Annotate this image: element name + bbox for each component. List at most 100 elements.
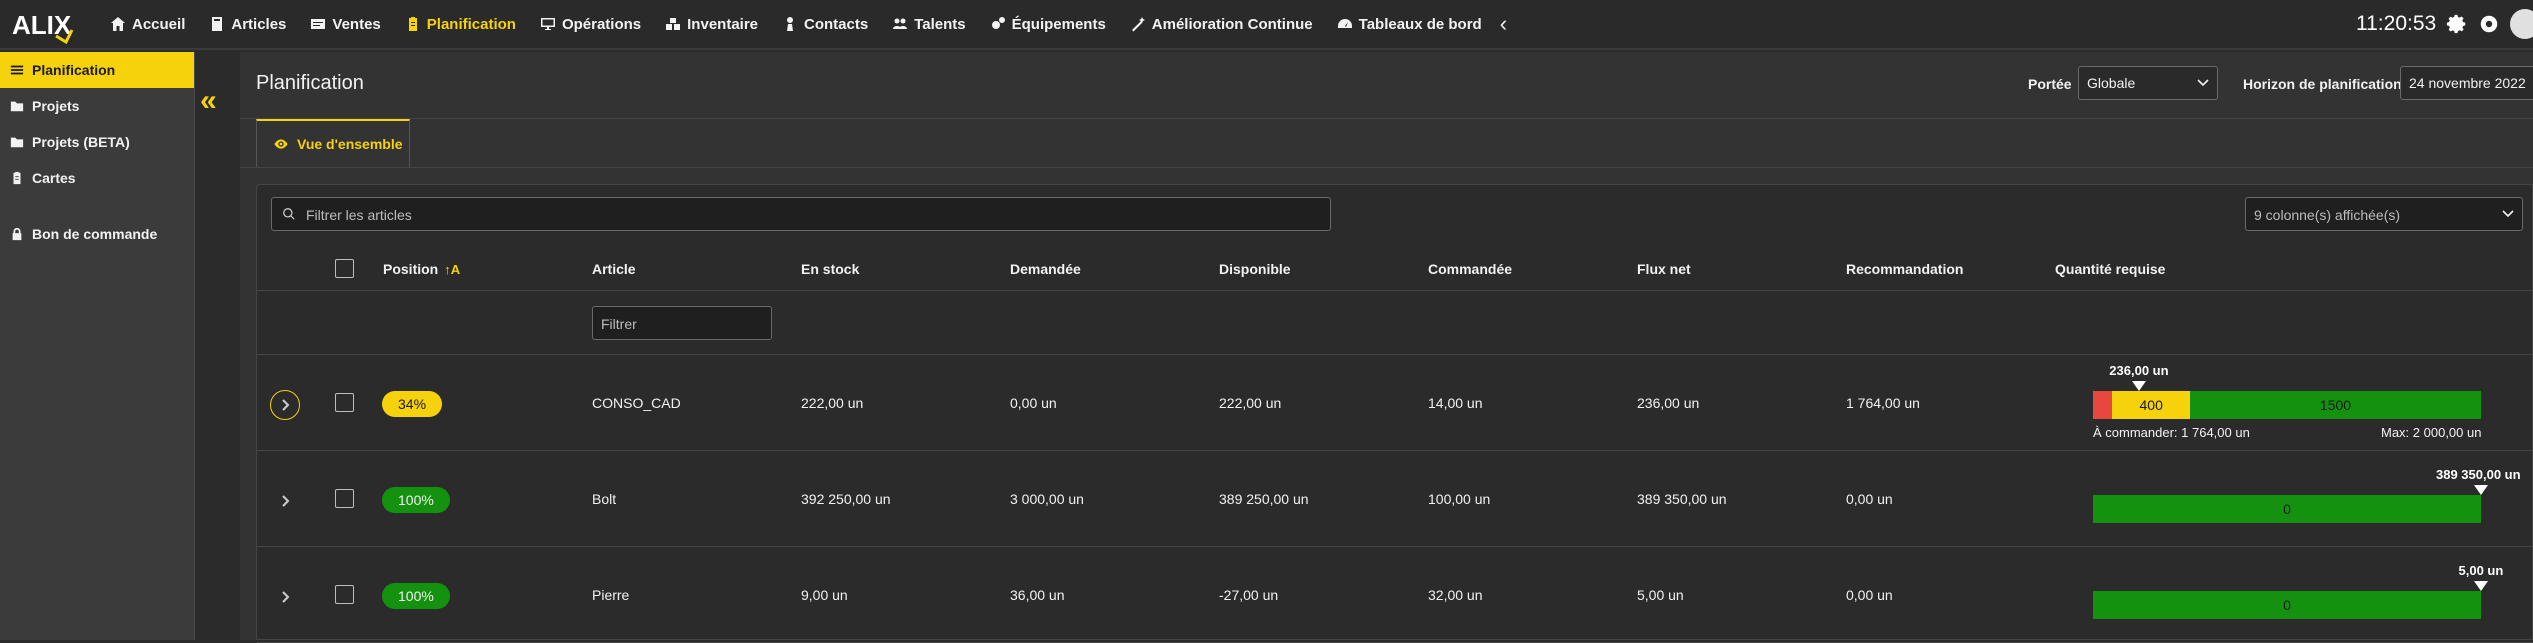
columns-select-value: 9 colonne(s) affichée(s)	[2254, 207, 2401, 223]
nav-item-opérations[interactable]: Opérations	[528, 0, 653, 48]
nav-item-équipements[interactable]: Équipements	[978, 0, 1118, 48]
row-checkbox[interactable]	[335, 393, 354, 412]
position-badge: 100%	[382, 487, 450, 513]
header-flux-net[interactable]: Flux net	[1637, 261, 1691, 277]
nav-item-label: Accueil	[132, 15, 186, 33]
cell-flux-net: 5,00 un	[1637, 587, 1684, 603]
quantity-segment-red	[2093, 391, 2113, 419]
select-all-checkbox[interactable]	[335, 259, 354, 278]
cell-commandee: 14,00 un	[1428, 395, 1483, 411]
nav-item-planification[interactable]: Planification	[393, 0, 528, 48]
main-nav: Accueil Articles Ventes Planification Opérat…	[98, 0, 1507, 48]
nav-item-talents[interactable]: Talents	[880, 0, 977, 48]
quantity-marker	[2474, 485, 2488, 495]
nav-item-label: Articles	[231, 15, 287, 33]
sidebar-item-projets-beta[interactable]: Projets (BETA)	[0, 124, 194, 160]
cell-demandee: 3 000,00 un	[1010, 491, 1084, 507]
cell-commandee: 32,00 un	[1428, 587, 1483, 603]
max-label: Max: 2 000,00 un	[2381, 425, 2482, 440]
cell-article: Bolt	[592, 491, 617, 507]
position-badge: 34%	[382, 391, 443, 417]
collapse-sidebar-icon[interactable]: «	[200, 84, 217, 118]
header-article[interactable]: Article	[592, 261, 636, 277]
main-content: Planification Portée Globale Horizon de …	[240, 52, 2533, 643]
chevron-right-icon	[282, 495, 290, 507]
nav-item-accueil[interactable]: Accueil	[98, 0, 197, 48]
scope-label: Portée	[2028, 76, 2072, 92]
article-filter-placeholder: Filtrer les articles	[306, 207, 412, 223]
person-icon	[787, 17, 794, 31]
sidebar-item-planification[interactable]: Planification	[0, 52, 194, 88]
nav-collapse-chevron-icon[interactable]: ‹	[1500, 11, 1507, 37]
page-title: Planification	[256, 72, 364, 94]
nav-item-label: Ventes	[332, 15, 381, 33]
avatar[interactable]	[2510, 9, 2533, 39]
sidebar-item-cartes[interactable]: Cartes	[0, 160, 194, 196]
home-icon	[111, 17, 125, 31]
scope-select[interactable]: Globale	[2078, 66, 2218, 100]
chevron-right-icon	[282, 399, 290, 411]
sidebar-item-bon-de-commande[interactable]: Bon de commande	[0, 216, 194, 252]
article-filter-input[interactable]: Filtrer les articles	[271, 197, 1331, 231]
horizon-date-input[interactable]: 24 novembre 2022	[2400, 66, 2533, 100]
tab-overview[interactable]: Vue d'ensemble	[256, 119, 410, 167]
cart-icon	[311, 19, 326, 29]
expand-row-button[interactable]	[270, 582, 300, 612]
cell-recommandation: 1 764,00 un	[1846, 395, 1920, 411]
nav-item-tableaux-de-bord[interactable]: Tableaux de bord	[1325, 0, 1494, 48]
top-navbar: ALIX Accueil Articles Ventes Planification O…	[0, 0, 2533, 50]
chevron-down-icon	[2197, 79, 2209, 87]
quantity-bar: 0	[2093, 495, 2481, 523]
header-quantite-requise[interactable]: Quantité requise	[2055, 261, 2165, 277]
quantity-marker-label: 389 350,00 un	[2436, 467, 2521, 482]
header-demandee[interactable]: Demandée	[1010, 261, 1081, 277]
columns-select[interactable]: 9 colonne(s) affichée(s)	[2245, 197, 2523, 231]
nav-item-contacts[interactable]: Contacts	[770, 0, 880, 48]
gauge-icon	[1337, 19, 1352, 28]
header-commandee[interactable]: Commandée	[1428, 261, 1512, 277]
table-row[interactable]: 100% Bolt 392 250,00 un 3 000,00 un 389 250,…	[257, 451, 2533, 547]
quantity-segment-green: 0	[2093, 495, 2481, 523]
gear-icon[interactable]	[2446, 13, 2468, 35]
sidebar-item-projets[interactable]: Projets	[0, 88, 194, 124]
quantity-bar: 0	[2093, 591, 2481, 619]
nav-item-inventaire[interactable]: Inventaire	[653, 0, 770, 48]
nav-item-ventes[interactable]: Ventes	[298, 0, 392, 48]
monitor-icon	[540, 18, 555, 30]
boxes-icon	[666, 18, 681, 30]
quantity-segment-green: 1500	[2189, 391, 2481, 419]
sidebar: Planification Projets Projets (BETA) Cartes…	[0, 52, 195, 640]
position-badge: 100%	[382, 583, 450, 609]
nav-item-articles[interactable]: Articles	[197, 0, 298, 48]
planning-grid-panel: Filtrer les articles 9 colonne(s) affich…	[256, 184, 2533, 643]
header-recommandation[interactable]: Recommandation	[1846, 261, 1963, 277]
table-row[interactable]: 34% CONSO_CAD 222,00 un 0,00 un 222,00 un 14,…	[257, 355, 2533, 451]
row-checkbox[interactable]	[335, 585, 354, 604]
article-column-filter[interactable]: Filtrer	[592, 306, 772, 340]
logo-text: ALIX	[12, 10, 72, 40]
clipboard-icon	[13, 171, 21, 185]
header-en-stock[interactable]: En stock	[801, 261, 859, 277]
table-row[interactable]: 100% Pierre 9,00 un 36,00 un -27,00 un 32,00 …	[257, 547, 2533, 643]
cell-recommandation: 0,00 un	[1846, 587, 1893, 603]
nav-item-label: Planification	[426, 15, 516, 33]
chevron-right-icon	[282, 591, 290, 603]
clipboard-icon	[408, 17, 417, 31]
nav-item-amélioration-continue[interactable]: Amélioration Continue	[1118, 0, 1325, 48]
tab-overview-label: Vue d'ensemble	[297, 136, 403, 152]
row-checkbox[interactable]	[335, 489, 354, 508]
expand-row-button[interactable]	[270, 486, 300, 516]
header-position-label: Position	[383, 261, 439, 277]
cell-en-stock: 9,00 un	[801, 587, 848, 603]
alix-logo[interactable]: ALIX	[10, 6, 74, 44]
nav-item-label: Amélioration Continue	[1151, 15, 1313, 33]
header-position[interactable]: Position ↑A	[383, 261, 460, 277]
quantity-segment-yellow: 400	[2112, 391, 2190, 419]
expand-row-button[interactable]	[270, 390, 300, 420]
header-disponible[interactable]: Disponible	[1219, 261, 1291, 277]
cell-article: CONSO_CAD	[592, 395, 681, 411]
tab-bar: Vue d'ensemble	[240, 118, 2533, 168]
settings-icon[interactable]	[2478, 13, 2500, 35]
list-icon	[10, 65, 24, 75]
